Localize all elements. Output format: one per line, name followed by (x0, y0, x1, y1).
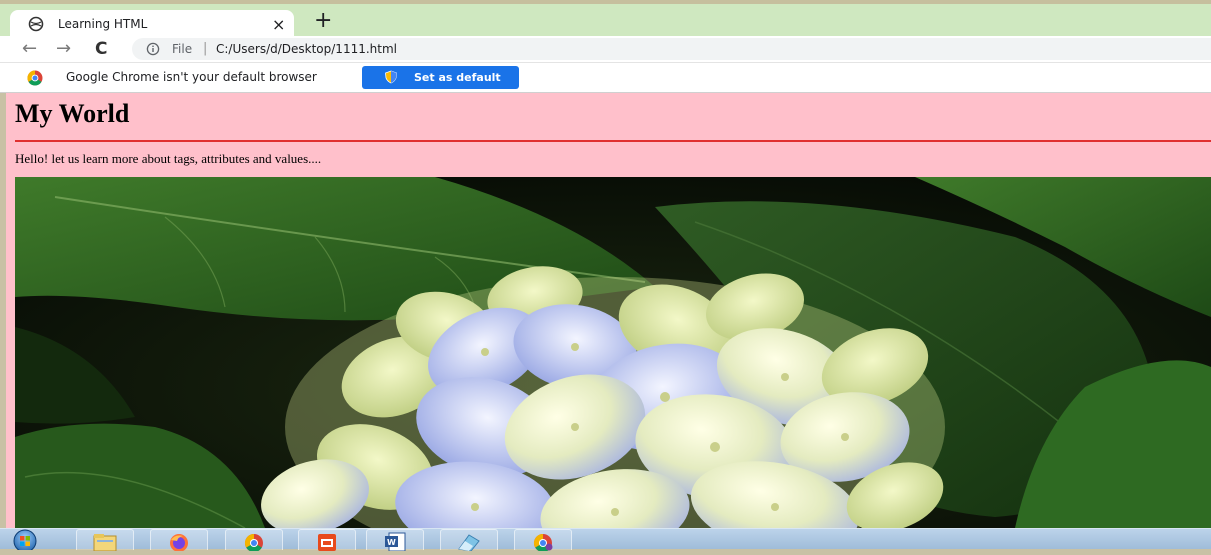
chrome-canary-icon[interactable] (514, 529, 572, 551)
hydrangea-photo (15, 177, 1211, 528)
set-as-default-button[interactable]: Set as default (362, 66, 519, 89)
foxit-reader-icon[interactable] (298, 529, 356, 551)
reload-button[interactable]: C (95, 39, 107, 59)
address-bar[interactable]: File | C:/Users/d/Desktop/1111.html (132, 38, 1211, 60)
infobar-message: Google Chrome isn't your default browser (66, 70, 317, 84)
page-heading: My World (15, 99, 130, 128)
word-icon[interactable]: W (366, 529, 424, 551)
forward-button[interactable]: → (56, 39, 71, 59)
eraser-app-icon[interactable] (440, 529, 498, 551)
tab-strip: Learning HTML × + (0, 0, 1211, 40)
default-browser-infobar: Google Chrome isn't your default browser… (0, 62, 1211, 93)
start-orb-icon[interactable] (10, 529, 58, 553)
address-separator: | (203, 41, 208, 56)
info-icon[interactable] (146, 42, 160, 61)
url-text[interactable]: C:/Users/d/Desktop/1111.html (216, 42, 397, 56)
globe-icon (28, 16, 44, 37)
shield-icon (384, 70, 398, 89)
back-button[interactable]: ← (22, 39, 37, 59)
chrome-icon[interactable] (225, 529, 283, 551)
tab-title: Learning HTML (58, 17, 148, 31)
new-tab-button[interactable]: + (314, 10, 332, 32)
browser-toolbar: ← → C File | C:/Users/d/Desktop/1111.htm… (0, 36, 1211, 62)
file-explorer-icon[interactable] (76, 529, 134, 551)
chrome-icon (27, 70, 43, 91)
horizontal-rule (15, 140, 1211, 142)
scheme-label: File (172, 42, 193, 56)
svg-text:W: W (387, 538, 396, 547)
taskbar: W (0, 528, 1211, 553)
set-as-default-label: Set as default (414, 71, 501, 84)
firefox-icon[interactable] (150, 529, 208, 551)
close-tab-icon[interactable]: × (272, 15, 285, 34)
page-viewport: My World Hello! let us learn more about … (6, 93, 1211, 528)
page-paragraph: Hello! let us learn more about tags, att… (15, 151, 322, 166)
